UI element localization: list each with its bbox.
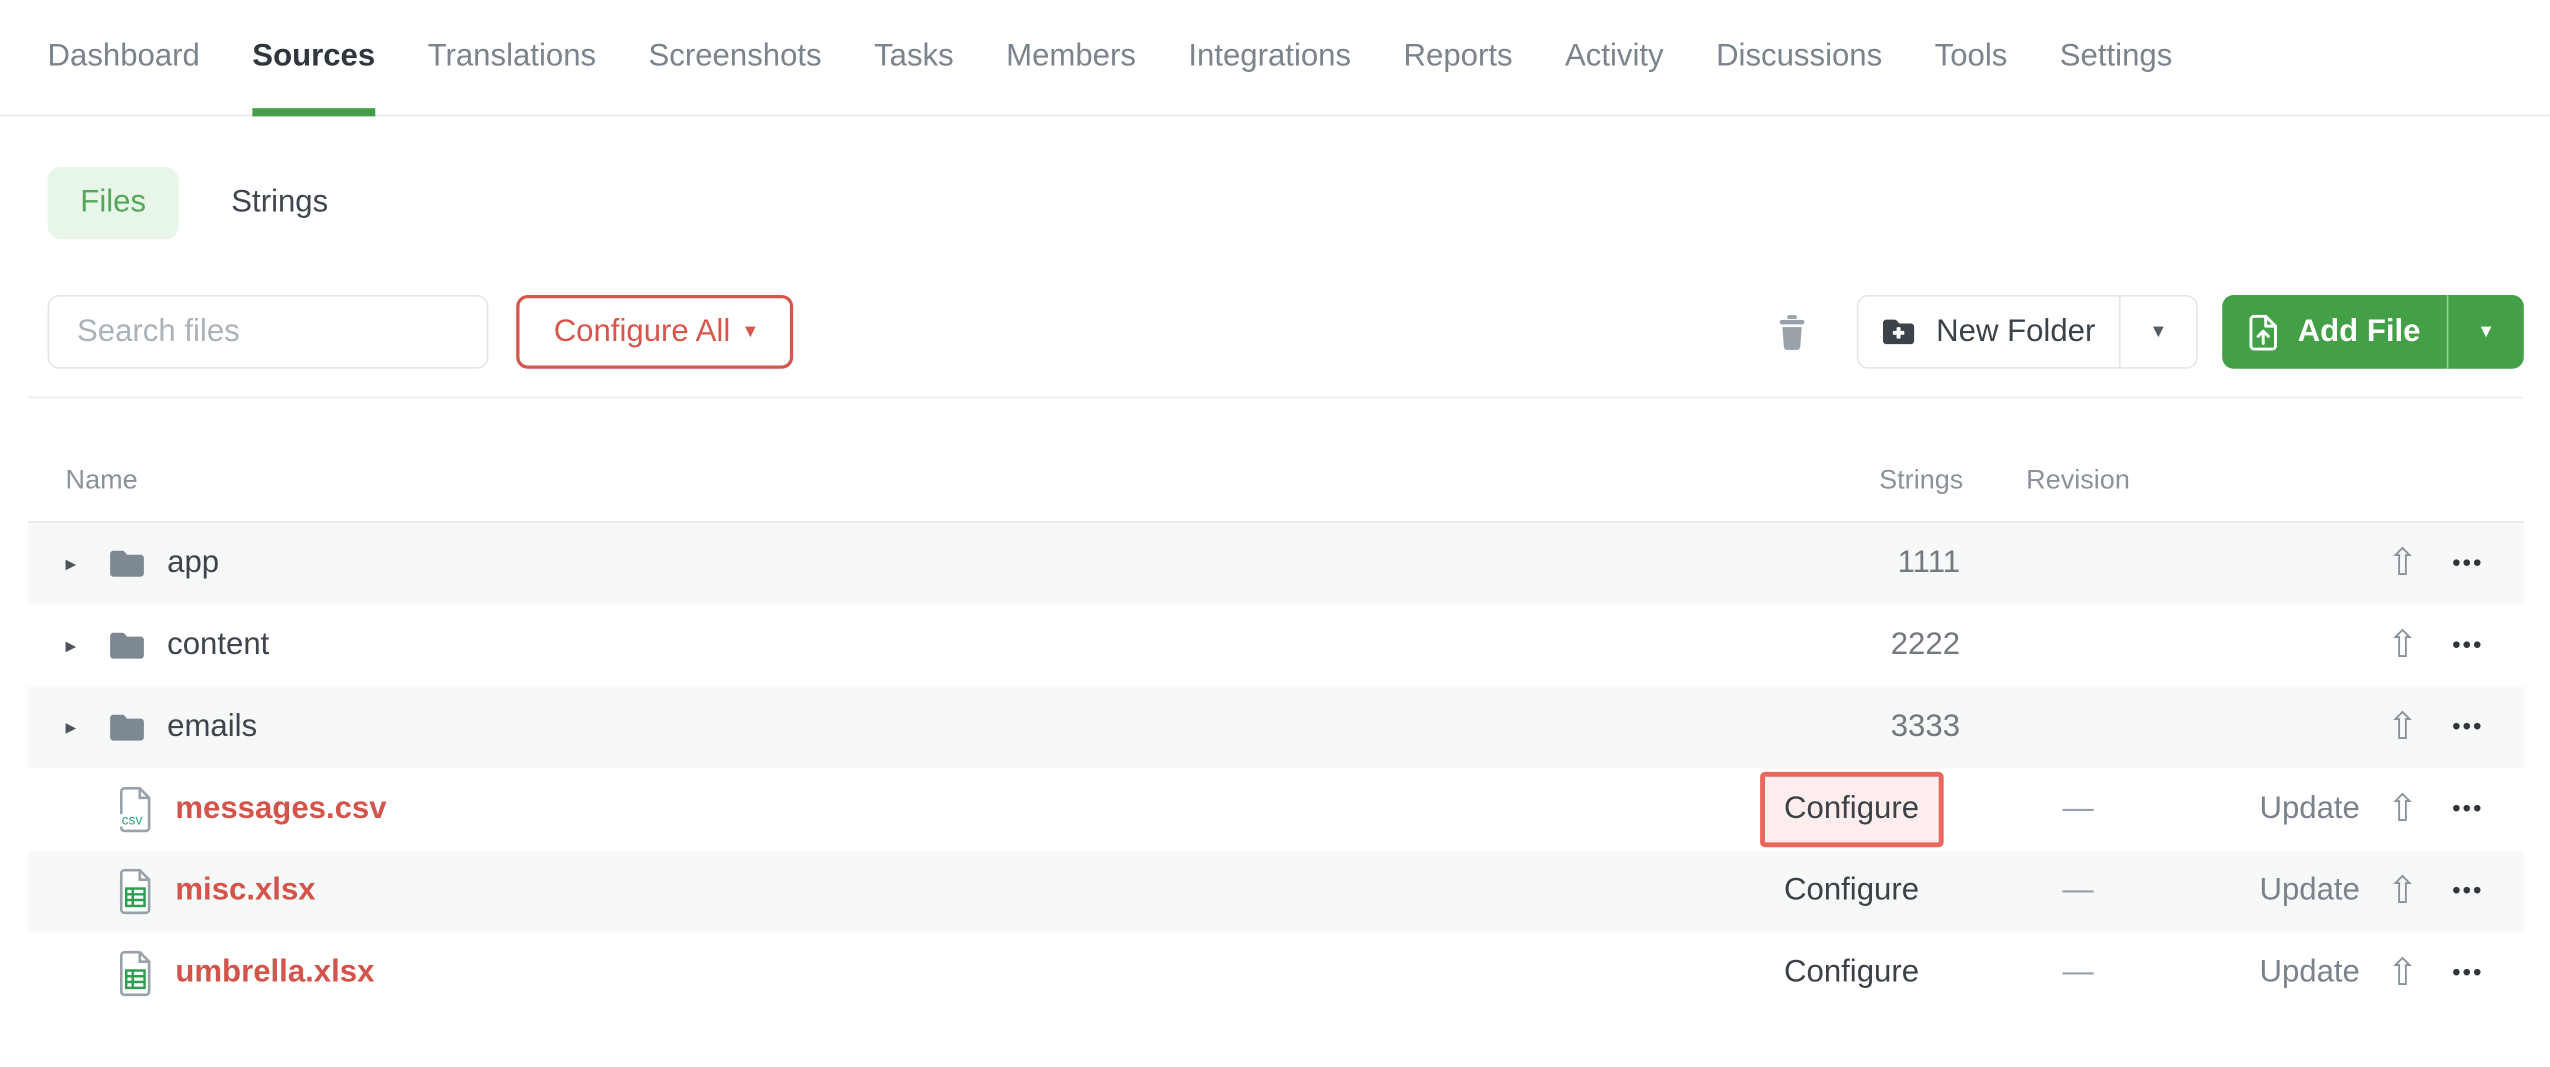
add-file-label: Add File (2298, 314, 2421, 350)
add-file-button[interactable]: Add File (2222, 295, 2447, 369)
configure-link[interactable]: Configure (1784, 792, 1919, 826)
update-link[interactable]: Update (2259, 873, 2359, 907)
table-row-folder-app[interactable]: ▸ app 1111 ⇧ ••• (28, 523, 2524, 605)
upload-icon[interactable]: ⇧ (2387, 869, 2419, 912)
configure-box: Configure (1759, 854, 1943, 929)
folder-icon (108, 713, 146, 742)
file-upload-icon (2248, 314, 2277, 350)
update-link[interactable]: Update (2259, 792, 2359, 826)
file-name-link[interactable]: umbrella.xlsx (175, 955, 374, 991)
new-folder-button[interactable]: New Folder (1858, 297, 2119, 367)
xlsx-file-icon (118, 951, 154, 997)
xlsx-file-icon (118, 869, 154, 915)
nav-tab-screenshots[interactable]: Screenshots (649, 0, 822, 115)
strings-count: 3333 (1891, 710, 1964, 744)
delete-button[interactable] (1758, 295, 1824, 369)
more-actions-icon[interactable]: ••• (2452, 877, 2483, 903)
more-actions-icon[interactable]: ••• (2452, 631, 2483, 657)
nav-tab-translations[interactable]: Translations (428, 0, 596, 115)
table-row-folder-content[interactable]: ▸ content 2222 ⇧ ••• (28, 605, 2524, 687)
add-file-dropdown-toggle[interactable]: ▾ (2447, 295, 2524, 369)
configure-all-label: Configure All (554, 314, 731, 350)
revision-value: — (1963, 955, 2192, 991)
folder-name-link[interactable]: content (167, 628, 269, 664)
chevron-down-icon: ▾ (745, 321, 756, 342)
more-actions-icon[interactable]: ••• (2452, 795, 2483, 821)
files-table: Name Strings Revision ▸ app 1111 ⇧ ••• ▸ (28, 398, 2524, 1014)
new-folder-split-button: New Folder ▾ (1857, 295, 2198, 369)
upload-icon[interactable]: ⇧ (2387, 624, 2419, 667)
column-header-name: Name (66, 465, 1661, 496)
more-actions-icon[interactable]: ••• (2452, 549, 2483, 575)
sources-subtabs: Files Strings (48, 167, 2550, 239)
svg-text:csv: csv (122, 811, 143, 827)
configure-highlight-box: Configure (1759, 772, 1943, 847)
configure-link[interactable]: Configure (1784, 955, 1919, 989)
upload-icon[interactable]: ⇧ (2387, 787, 2419, 830)
configure-box: Configure (1759, 936, 1943, 1011)
nav-tab-reports[interactable]: Reports (1404, 0, 1513, 115)
page: Dashboard Sources Translations Screensho… (0, 0, 2550, 1067)
table-row-folder-emails[interactable]: ▸ emails 3333 ⇧ ••• (28, 687, 2524, 769)
revision-value: — (1963, 873, 2192, 909)
new-folder-dropdown-toggle[interactable]: ▾ (2119, 297, 2196, 367)
tab-strings[interactable]: Strings (228, 167, 331, 239)
nav-tab-members[interactable]: Members (1006, 0, 1136, 115)
nav-tab-dashboard[interactable]: Dashboard (48, 0, 200, 115)
project-nav: Dashboard Sources Translations Screensho… (0, 0, 2550, 116)
more-actions-icon[interactable]: ••• (2452, 713, 2483, 739)
column-header-strings: Strings (1660, 465, 1963, 496)
strings-count: 1111 (1898, 546, 1964, 580)
add-file-split-button: Add File ▾ (2222, 295, 2524, 369)
folder-icon (108, 631, 146, 660)
nav-tab-sources[interactable]: Sources (252, 0, 375, 115)
folder-icon (108, 549, 146, 578)
new-folder-icon (1882, 318, 1916, 346)
csv-file-icon: csv (118, 787, 154, 833)
chevron-down-icon: ▾ (2481, 321, 2492, 342)
search-input[interactable] (48, 295, 489, 369)
expand-caret-icon[interactable]: ▸ (66, 715, 109, 740)
file-name-link[interactable]: messages.csv (175, 792, 386, 828)
table-header: Name Strings Revision (28, 398, 2524, 523)
chevron-down-icon: ▾ (2153, 321, 2164, 342)
toolbar-right-cluster: New Folder ▾ Add File ▾ (1758, 295, 2523, 369)
nav-tab-tasks[interactable]: Tasks (874, 0, 954, 115)
expand-caret-icon[interactable]: ▸ (66, 633, 109, 658)
table-row-file-messages-csv[interactable]: csv messages.csv Configure — Update ⇧ ••… (28, 769, 2524, 851)
file-name-link[interactable]: misc.xlsx (175, 873, 315, 909)
nav-tab-settings[interactable]: Settings (2060, 0, 2173, 115)
more-actions-icon[interactable]: ••• (2452, 959, 2483, 985)
upload-icon[interactable]: ⇧ (2387, 706, 2419, 749)
tab-files[interactable]: Files (48, 167, 179, 239)
trash-icon (1777, 314, 1805, 350)
update-link[interactable]: Update (2259, 955, 2359, 989)
strings-count: 2222 (1891, 628, 1964, 662)
nav-tab-tools[interactable]: Tools (1935, 0, 2008, 115)
table-row-file-umbrella-xlsx[interactable]: umbrella.xlsx Configure — Update ⇧ ••• (28, 932, 2524, 1014)
files-toolbar: Configure All ▾ New Folder (0, 295, 2550, 369)
nav-tab-discussions[interactable]: Discussions (1716, 0, 1882, 115)
new-folder-label: New Folder (1936, 314, 2095, 350)
nav-tab-integrations[interactable]: Integrations (1188, 0, 1351, 115)
configure-link[interactable]: Configure (1784, 873, 1919, 907)
configure-all-button[interactable]: Configure All ▾ (516, 295, 793, 369)
folder-name-link[interactable]: emails (167, 710, 257, 746)
expand-caret-icon[interactable]: ▸ (66, 551, 109, 576)
upload-icon[interactable]: ⇧ (2387, 542, 2419, 585)
revision-value: — (1963, 792, 2192, 828)
upload-icon[interactable]: ⇧ (2387, 951, 2419, 994)
nav-tab-activity[interactable]: Activity (1565, 0, 1664, 115)
table-row-file-misc-xlsx[interactable]: misc.xlsx Configure — Update ⇧ ••• (28, 851, 2524, 933)
folder-name-link[interactable]: app (167, 546, 219, 582)
column-header-revision: Revision (1963, 465, 2192, 496)
